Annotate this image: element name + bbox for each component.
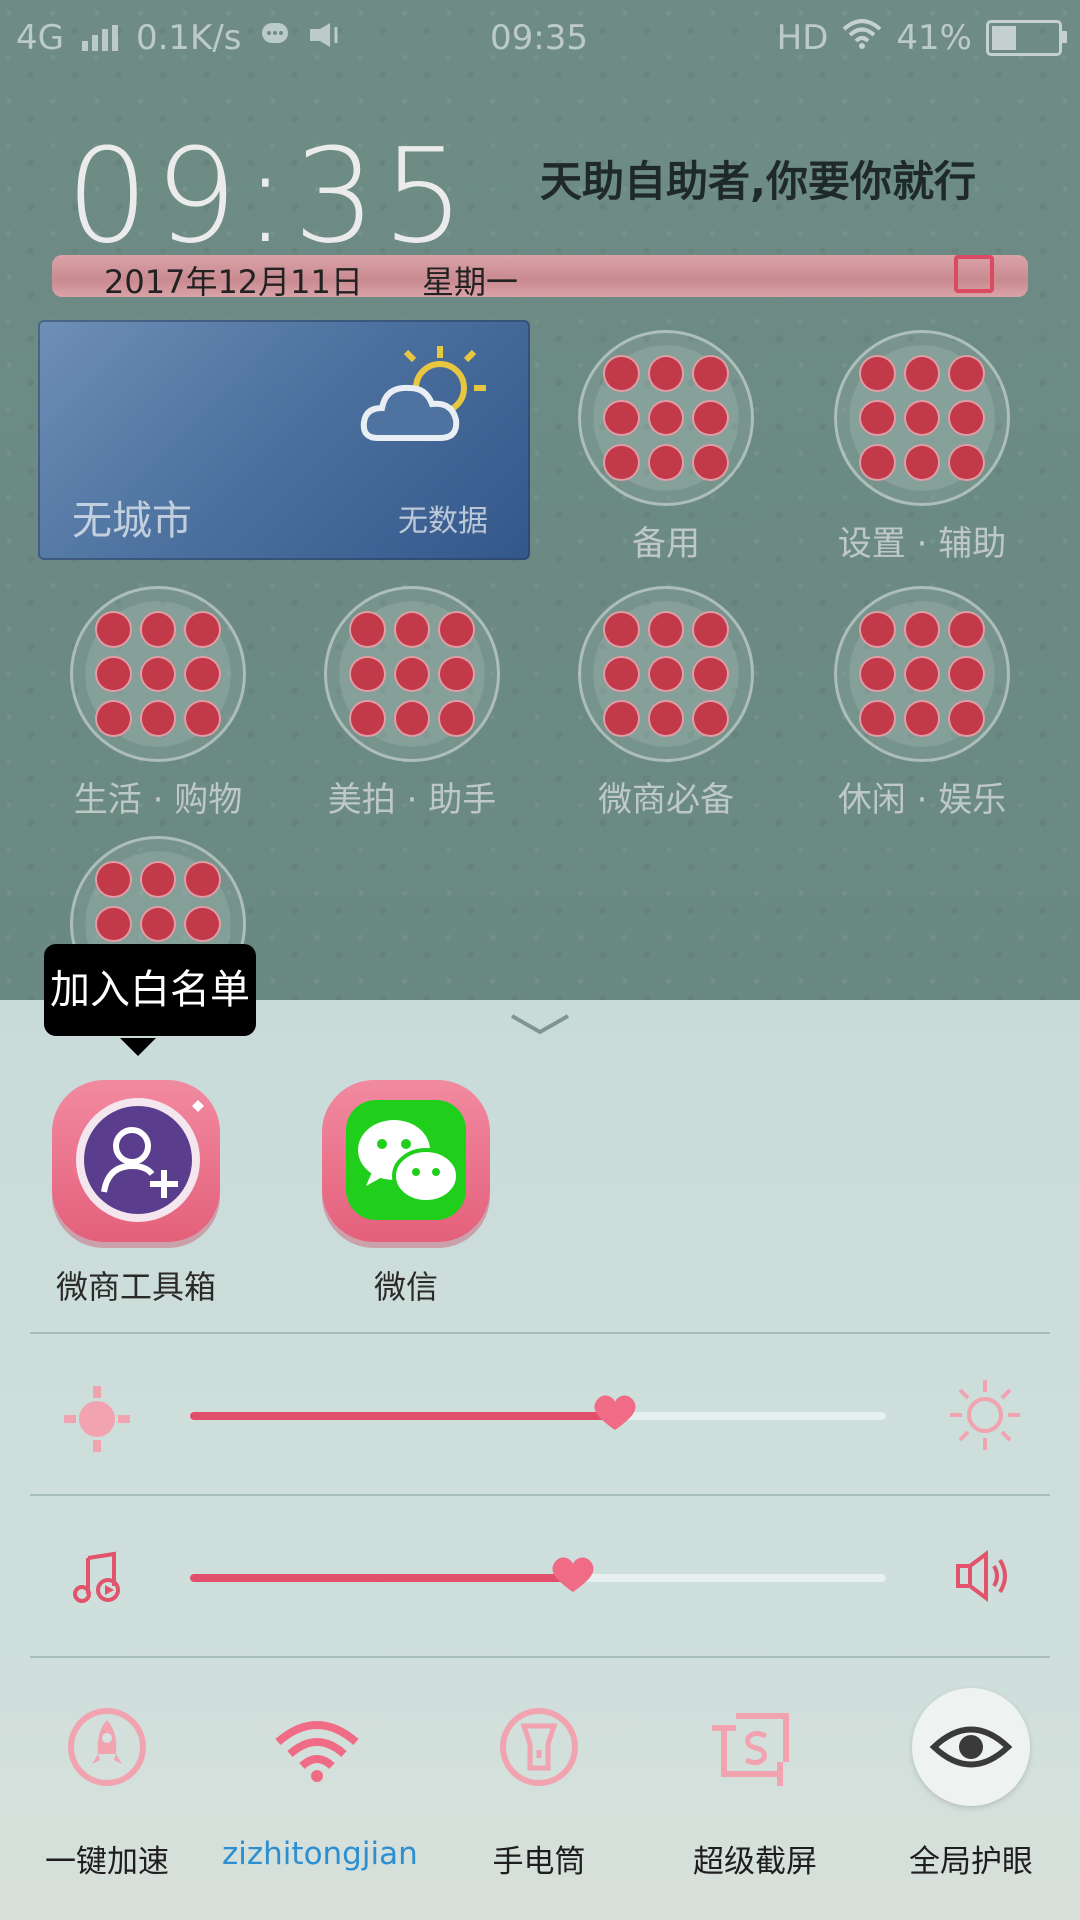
brightness-slider[interactable] [190,1395,886,1430]
weather-status: 无数据 [398,504,488,539]
status-bar: 4G 0.1K/s 09:35 HD 41% [0,0,1080,78]
flashlight-icon [500,1708,578,1786]
chevron-down-icon[interactable] [508,1008,572,1044]
app-wechat[interactable]: 微信 [296,1080,516,1308]
toggle-label: zizhitongjian [222,1836,418,1872]
folder-label: 美拍 · 助手 [327,780,497,820]
clock-widget-time[interactable]: 09:35 [66,120,471,272]
divider [30,1332,1050,1334]
network-type: 4G [16,18,64,58]
volume-slider[interactable] [190,1557,886,1592]
divider [30,1656,1050,1658]
brightness-low-icon [64,1386,130,1452]
toggle-wifi[interactable]: zizhitongjian [222,1688,418,1872]
folder-backup[interactable]: 备用 [566,330,766,565]
folder-label: 微商必备 [598,780,734,820]
date-bar[interactable]: 2017年12月11日 星期一 [52,255,1028,301]
battery-icon [986,20,1067,56]
toggle-label: 一键加速 [45,1844,169,1880]
hd-indicator: HD [776,18,829,58]
status-time: 09:35 [490,18,588,58]
folder-label: 设置 · 辅助 [837,524,1007,564]
folder-meipai-assistant[interactable]: 美拍 · 助手 [312,586,512,821]
wifi-icon [275,1721,359,1782]
edit-icon[interactable] [954,255,994,293]
network-speed: 0.1K/s [135,18,242,58]
weather-widget[interactable]: 无城市 无数据 [38,320,530,560]
folder-life-shopping[interactable]: 生活 · 购物 [58,586,258,821]
brightness-high-icon [950,1380,1020,1450]
volume-icon [956,1550,1007,1602]
folder-label: 生活 · 购物 [73,780,243,820]
rocket-icon [68,1708,146,1786]
whitelist-tooltip[interactable]: 加入白名单 [44,944,256,1056]
clock-widget-slogan: 天助自助者,你要你就行 [540,157,976,206]
folder-settings-tools[interactable]: 设置 · 辅助 [822,330,1022,565]
app-label: 微商工具箱 [55,1268,216,1306]
eye-icon [929,1726,1013,1768]
toggle-boost[interactable]: 一键加速 [12,1688,202,1881]
weather-city: 无城市 [72,498,192,544]
toggle-label: 手电筒 [492,1844,586,1880]
heart-slider-knob-icon[interactable] [589,1390,641,1436]
add-user-icon [76,1098,204,1222]
toggle-screenshot[interactable]: 超级截屏 [660,1688,850,1881]
screenshot-icon [712,1713,789,1786]
folder-label: 备用 [632,524,700,564]
heart-slider-knob-icon[interactable] [547,1552,599,1598]
app-label: 微信 [373,1268,438,1306]
toggle-eye-protection[interactable]: 全局护眼 [876,1688,1066,1881]
wifi-status-icon [842,18,882,58]
battery-percent: 41% [896,18,972,58]
folder-label: 休闲 · 娱乐 [837,780,1007,820]
app-weishang-toolbox[interactable]: 微商工具箱 [26,1080,246,1308]
toggle-label: 超级截屏 [693,1844,817,1880]
chat-notification-icon [260,18,290,58]
weekday-text: 星期一 [422,263,519,301]
music-note-icon [73,1551,120,1603]
control-panel: 微商工具箱 微信 一键加速 zizhitongjian 手电筒 超级截屏 全局护… [0,1000,1080,1920]
signal-icon [81,25,118,51]
divider [30,1494,1050,1496]
wechat-icon [346,1100,466,1220]
vibrate-icon [308,18,344,58]
toggle-label: 全局护眼 [909,1844,1033,1880]
folder-leisure-entertainment[interactable]: 休闲 · 娱乐 [822,586,1022,821]
toggle-flashlight[interactable]: 手电筒 [444,1688,634,1881]
date-text: 2017年12月11日 [104,263,363,301]
partly-cloudy-icon [360,346,486,441]
folder-weishang[interactable]: 微商必备 [566,586,766,821]
